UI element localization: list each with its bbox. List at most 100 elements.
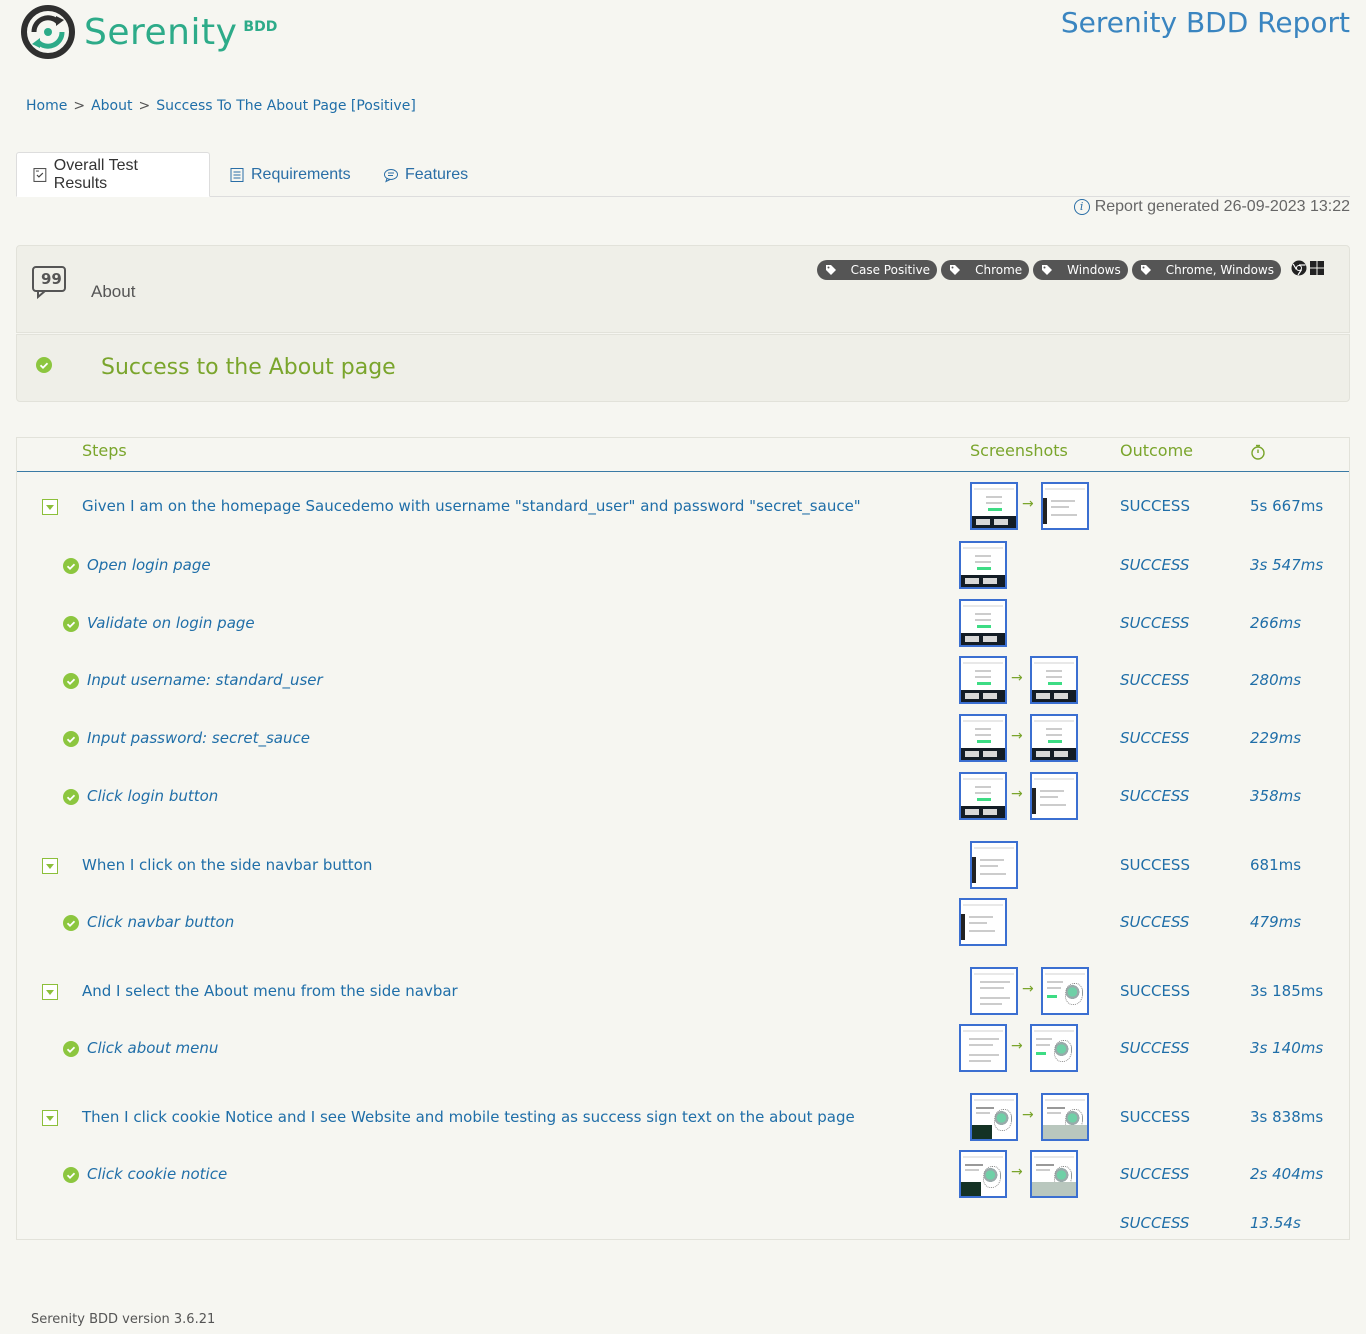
breadcrumb-home[interactable]: Home (26, 98, 67, 114)
tag-chrome[interactable]: Chrome (941, 260, 1030, 280)
screenshot-thumbnail[interactable] (1030, 1150, 1078, 1198)
breadcrumb-separator: > (73, 98, 86, 114)
step-outcome: SUCCESS (1120, 787, 1190, 805)
tag-label: Case Positive (850, 263, 931, 277)
screenshot-thumbnail[interactable] (1030, 1024, 1078, 1072)
arrow-right-icon: → (1011, 786, 1023, 802)
scenario-title: Success to the About page (101, 355, 396, 380)
collapse-toggle-icon[interactable] (42, 858, 58, 874)
tag-windows[interactable]: Windows (1033, 260, 1128, 280)
serenity-logo[interactable]: Serenity BDD (20, 4, 277, 60)
step-row: Click cookie notice → SUCCESS 2s 404ms (17, 1144, 1349, 1200)
screenshot-thumbnail[interactable] (970, 841, 1018, 889)
total-duration: 13.54s (1250, 1214, 1301, 1232)
screenshot-thumbnail[interactable] (1041, 482, 1089, 530)
step-duration: 266ms (1250, 614, 1302, 632)
step-group-row: When I click on the side navbar button SU… (17, 829, 1349, 889)
step-duration: 229ms (1250, 729, 1302, 747)
tag-label: Chrome, Windows (1165, 263, 1274, 277)
breadcrumb-separator: > (138, 98, 151, 114)
breadcrumb: Home > About > Success To The About Page [Po… (26, 98, 416, 114)
quote-bubble-icon: 99 (32, 266, 66, 300)
step-outcome: SUCCESS (1120, 1165, 1190, 1183)
step-outcome: SUCCESS (1120, 1039, 1190, 1057)
success-check-icon (63, 1041, 79, 1057)
screenshot-thumbnail[interactable] (1030, 772, 1078, 820)
arrow-right-icon: → (1022, 981, 1034, 997)
tag-icon (1042, 265, 1053, 275)
step-duration: 3s 140ms (1250, 1039, 1324, 1057)
screenshot-thumbnail[interactable] (1030, 714, 1078, 762)
step-duration: 358ms (1250, 787, 1302, 805)
tag-list: Case Positive Chrome Windows Chrome, Win… (816, 260, 1281, 280)
step-outcome: SUCCESS (1120, 1108, 1190, 1126)
tag-icon (825, 265, 836, 275)
tag-icon (1140, 265, 1151, 275)
collapse-toggle-icon[interactable] (42, 499, 58, 515)
screenshot-thumbnail[interactable] (959, 656, 1007, 704)
arrow-right-icon: → (1022, 496, 1034, 512)
collapse-toggle-icon[interactable] (42, 984, 58, 1000)
screenshot-thumbnail[interactable] (959, 599, 1007, 647)
screenshot-thumbnail[interactable] (959, 898, 1007, 946)
brand-name: Serenity (84, 11, 238, 53)
screenshot-thumbnail[interactable] (1041, 1093, 1089, 1141)
step-group-row: Given I am on the homepage Saucedemo wit… (17, 470, 1349, 530)
step-duration: 3s 185ms (1250, 982, 1324, 1000)
comment-icon (384, 168, 398, 182)
screenshot-thumbnail[interactable] (970, 1093, 1018, 1141)
screenshot-thumbnail[interactable] (959, 1150, 1007, 1198)
serenity-logo-icon (21, 5, 75, 59)
success-check-icon (63, 731, 79, 747)
steps-table-header: Steps Screenshots Outcome (17, 438, 1349, 472)
total-row: SUCCESS 13.54s (17, 1206, 1349, 1262)
step-row: Click login button → SUCCESS 358ms (17, 766, 1349, 822)
step-outcome: SUCCESS (1120, 671, 1190, 689)
step-duration: 479ms (1250, 913, 1302, 931)
screenshot-thumbnail[interactable] (1041, 967, 1089, 1015)
collapse-toggle-icon[interactable] (42, 1110, 58, 1126)
arrow-right-icon: → (1011, 1038, 1023, 1054)
screenshot-thumbnail[interactable] (959, 772, 1007, 820)
breadcrumb-about[interactable]: About (91, 98, 132, 114)
step-duration: 3s 547ms (1250, 556, 1324, 574)
step-description: Then I click cookie Notice and I see Web… (82, 1108, 855, 1126)
step-description: And I select the About menu from the sid… (82, 982, 458, 1000)
scenario-panel: Success to the About page (16, 334, 1350, 402)
screenshot-thumbnail[interactable] (959, 1024, 1007, 1072)
report-generated-text: Report generated 26-09-2023 13:22 (1094, 198, 1350, 215)
tab-label: Overall Test Results (53, 156, 138, 192)
tab-features[interactable]: Features (368, 152, 483, 197)
step-description: Given I am on the homepage Saucedemo wit… (82, 497, 861, 515)
success-check-icon (36, 357, 52, 373)
tag-label: Chrome (975, 263, 1023, 277)
stopwatch-icon (1251, 444, 1265, 460)
step-duration: 280ms (1250, 671, 1302, 689)
step-row: Click about menu → SUCCESS 3s 140ms (17, 1018, 1349, 1074)
screenshot-thumbnail[interactable] (970, 967, 1018, 1015)
step-description: When I click on the side navbar button (82, 856, 373, 874)
feature-name: About (91, 282, 136, 301)
step-outcome: SUCCESS (1120, 614, 1190, 632)
arrow-right-icon: → (1011, 670, 1023, 686)
report-title: Serenity BDD Report (1060, 6, 1350, 39)
step-row: Input username: standard_user → SUCCESS 280… (17, 650, 1349, 706)
screenshot-thumbnail[interactable] (970, 482, 1018, 530)
tag-case-positive[interactable]: Case Positive (816, 260, 938, 280)
tab-requirements[interactable]: Requirements (214, 152, 366, 197)
step-outcome: SUCCESS (1120, 982, 1190, 1000)
header-steps: Steps (82, 441, 127, 460)
list-icon (230, 167, 244, 182)
screenshot-thumbnail[interactable] (959, 714, 1007, 762)
platform-icons (1291, 260, 1325, 276)
screenshot-thumbnail[interactable] (959, 541, 1007, 589)
breadcrumb-current[interactable]: Success To The About Page [Positive] (156, 98, 416, 114)
windows-icon (1310, 261, 1324, 275)
step-duration: 3s 838ms (1250, 1108, 1324, 1126)
screenshot-thumbnail[interactable] (1030, 656, 1078, 704)
tag-chrome-windows[interactable]: Chrome, Windows (1131, 260, 1281, 280)
arrow-right-icon: → (1011, 728, 1023, 744)
tag-icon (950, 265, 961, 275)
arrow-right-icon: → (1022, 1107, 1034, 1123)
tab-overall-test-results[interactable]: Overall Test Results (16, 152, 210, 197)
